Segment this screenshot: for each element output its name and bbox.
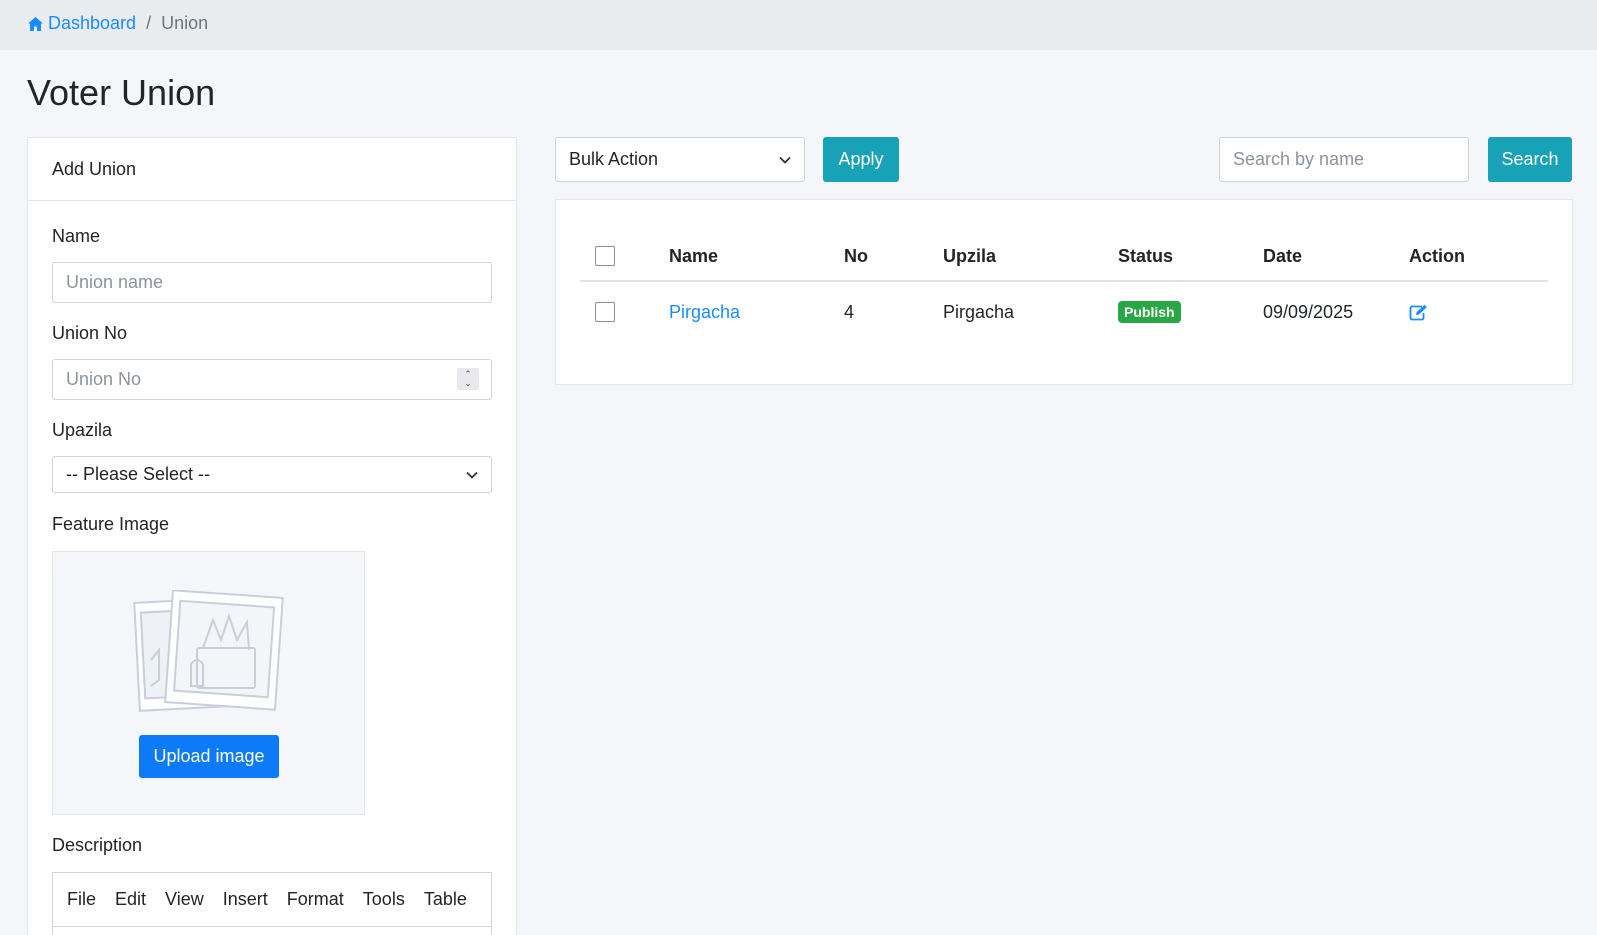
chevron-down-icon <box>466 471 478 479</box>
editor-menubar: File Edit View Insert Format Tools Table <box>53 873 491 927</box>
union-no-field: ⌃ ⌄ <box>52 359 492 400</box>
number-spinner[interactable]: ⌃ ⌄ <box>457 368 479 390</box>
status-badge: Publish <box>1118 301 1181 323</box>
column-header-no[interactable]: No <box>844 232 868 280</box>
spinner-down-icon[interactable]: ⌄ <box>464 379 472 388</box>
column-header-name[interactable]: Name <box>669 232 718 280</box>
table-header-row: Name No Upzila Status Date Action <box>580 232 1548 282</box>
editor-menu-tools[interactable]: Tools <box>363 889 405 910</box>
bulk-action-select[interactable]: Bulk Action <box>555 137 805 182</box>
breadcrumb-home-label[interactable]: Dashboard <box>48 13 136 34</box>
search-input[interactable] <box>1219 137 1469 182</box>
union-no-label: Union No <box>52 323 128 343</box>
editor-menu-format[interactable]: Format <box>287 889 344 910</box>
feature-image-label: Feature Image <box>52 514 170 534</box>
union-table-card: Name No Upzila Status Date Action Pirgac… <box>555 199 1573 385</box>
row-action-cell <box>1409 282 1428 342</box>
breadcrumb-current: Union <box>161 13 209 33</box>
breadcrumb-dashboard-link[interactable]: Dashboard <box>27 13 136 34</box>
column-header-action: Action <box>1409 245 1465 266</box>
table-row: Pirgacha 4 Pirgacha Publish 09/09/2025 <box>580 282 1548 342</box>
edit-icon[interactable] <box>1409 304 1428 321</box>
editor-menu-edit[interactable]: Edit <box>115 889 146 910</box>
image-placeholder-icon <box>133 590 284 712</box>
breadcrumb-separator: / <box>146 13 152 33</box>
description-editor[interactable]: File Edit View Insert Format Tools Table <box>52 872 492 935</box>
feature-image-dropzone[interactable]: Upload image <box>52 551 365 815</box>
apply-button[interactable]: Apply <box>823 137 899 182</box>
union-no-input[interactable] <box>52 359 492 400</box>
row-no: 4 <box>844 301 855 322</box>
union-table: Name No Upzila Status Date Action Pirgac… <box>580 232 1548 342</box>
upazila-label: Upazila <box>52 420 113 440</box>
row-date: 09/09/2025 <box>1263 301 1354 322</box>
row-status-cell: Publish <box>1118 282 1181 342</box>
row-name-link[interactable]: Pirgacha <box>669 282 740 342</box>
editor-menu-view[interactable]: View <box>165 889 204 910</box>
row-upzila: Pirgacha <box>943 301 1015 322</box>
select-all-checkbox[interactable] <box>595 246 615 266</box>
row-select-cell <box>595 282 615 342</box>
search-button[interactable]: Search <box>1488 137 1572 182</box>
column-header-date[interactable]: Date <box>1263 232 1302 280</box>
column-header-upzila[interactable]: Upzila <box>943 232 996 280</box>
column-header-status[interactable]: Status <box>1118 232 1173 280</box>
row-checkbox[interactable] <box>595 302 615 322</box>
union-name-input[interactable] <box>52 262 492 303</box>
upazila-select[interactable]: -- Please Select -- <box>52 456 492 493</box>
add-union-card: Add Union Name Union No ⌃ ⌄ Upazila -- P… <box>27 137 517 935</box>
editor-menu-table[interactable]: Table <box>424 889 467 910</box>
editor-menu-file[interactable]: File <box>67 889 96 910</box>
page-title: Voter Union <box>27 72 216 113</box>
breadcrumb-bar: Dashboard / Union <box>0 0 1597 50</box>
select-all-cell <box>595 232 615 280</box>
name-label: Name <box>52 226 101 246</box>
description-label: Description <box>52 835 143 855</box>
upload-image-button[interactable]: Upload image <box>139 735 279 778</box>
home-icon <box>28 16 43 31</box>
add-union-header: Add Union <box>28 138 516 201</box>
chevron-down-icon <box>779 156 791 164</box>
upazila-selected-value: -- Please Select -- <box>66 464 211 484</box>
bulk-action-value: Bulk Action <box>569 149 659 169</box>
breadcrumb: Dashboard / Union <box>27 13 208 34</box>
editor-menu-insert[interactable]: Insert <box>223 889 268 910</box>
